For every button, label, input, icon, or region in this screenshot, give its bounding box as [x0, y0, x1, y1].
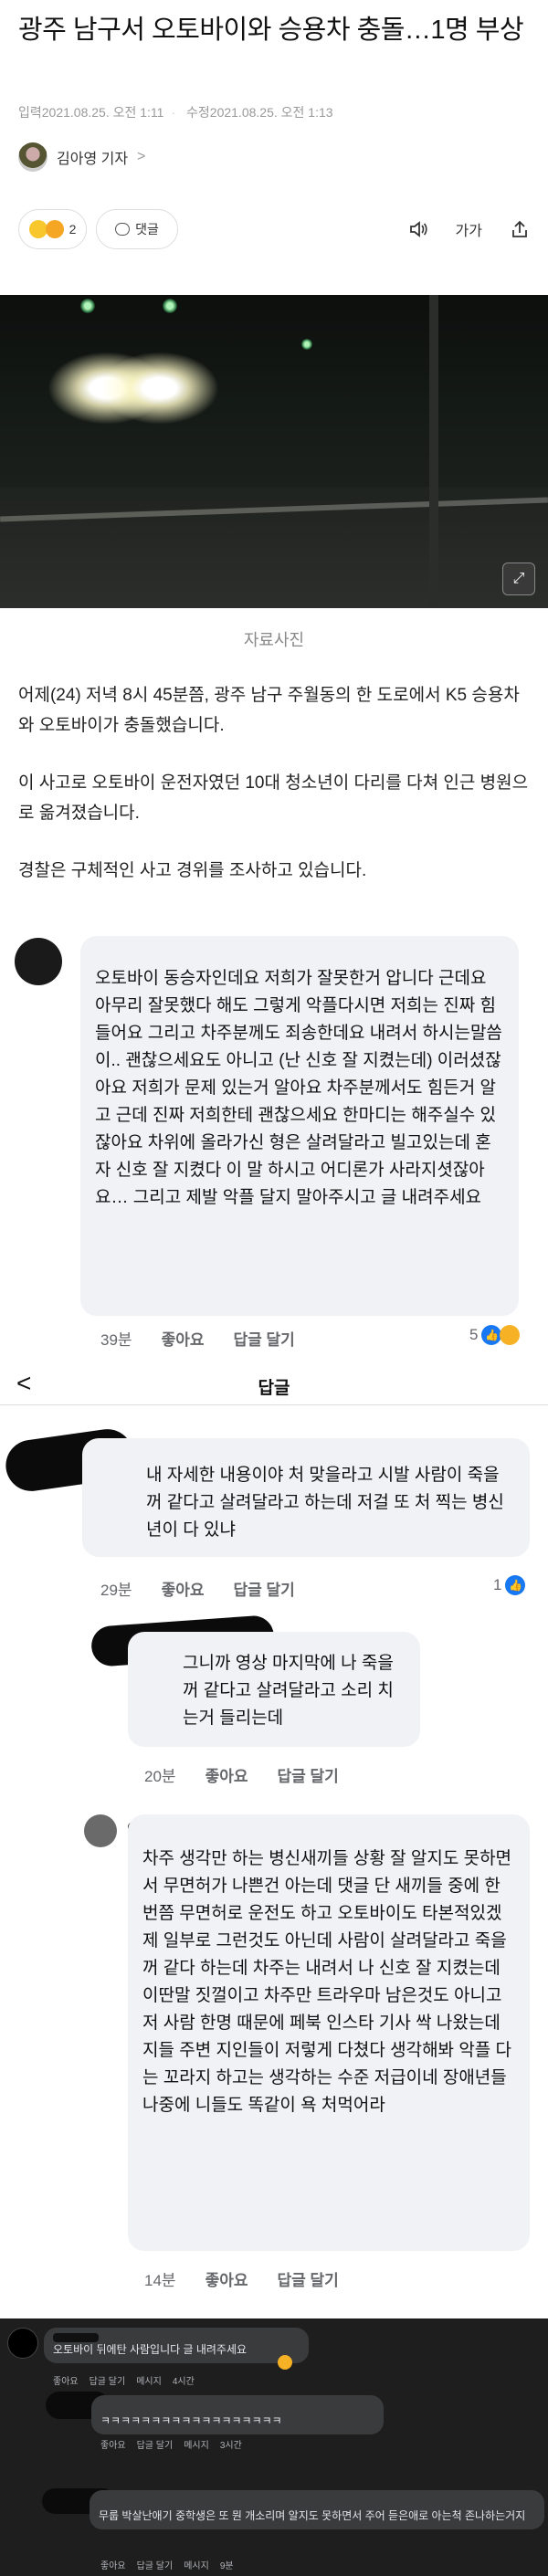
- headlight-right: [100, 352, 219, 425]
- speaker-icon[interactable]: [408, 219, 428, 239]
- photo-caption: 자료사진: [243, 631, 305, 649]
- comment-bubble: 오토바이 동승자인데요 저희가 잘못한거 압니다 근데요 아무리 잘못했다 해도…: [80, 936, 519, 1316]
- avatar: [84, 1814, 117, 1847]
- message-button[interactable]: 메시지: [184, 2437, 209, 2451]
- comment-icon: [115, 223, 131, 236]
- message-button[interactable]: 메시지: [136, 2373, 162, 2387]
- traffic-light-1: [80, 299, 95, 313]
- reply-header-bar: < 답글: [0, 1365, 548, 1405]
- like-button[interactable]: 좋아요: [53, 2373, 79, 2387]
- article-toolbar: 2 댓글 가가: [18, 206, 530, 252]
- redacted-name: [53, 2333, 99, 2342]
- reply-button[interactable]: 답글 달기: [137, 2558, 174, 2571]
- comment-time: 4시간: [172, 2377, 195, 2387]
- reply-button[interactable]: 답글 달기: [277, 1763, 338, 1786]
- like-button[interactable]: 좋아요: [100, 2437, 126, 2451]
- reaction-count: 5 👍: [469, 1325, 521, 1345]
- comment-actions: 좋아요 답글 달기 메시지 9분: [100, 2558, 234, 2571]
- zoom-icon[interactable]: ⤢: [502, 563, 535, 595]
- like-button[interactable]: 좋아요: [162, 1327, 205, 1350]
- facebook-thread-screenshot: 오토바이 동승자인데요 저희가 잘못한거 압니다 근데요 아무리 잘못했다 해도…: [0, 918, 548, 2318]
- modified-date: 수정2021.08.25. 오전 1:13: [186, 105, 333, 120]
- news-article: 광주 남구서 오토바이와 승용차 충돌…1명 부상 입력2021.08.25. …: [0, 0, 548, 918]
- reaction-count: 1 👍: [493, 1575, 526, 1595]
- paragraph: 어제(24) 저녁 8시 45분쯤, 광주 남구 주월동의 한 도로에서 K5 …: [18, 686, 520, 735]
- like-button[interactable]: 좋아요: [100, 2558, 126, 2571]
- comment-text: ㅋㅋㅋㅋㅋㅋㅋㅋㅋㅋㅋㅋㅋㅋㅋㅋㅋㅋ: [100, 2414, 282, 2427]
- reaction-count: 2: [68, 222, 77, 237]
- reaction-number: 5: [469, 1326, 479, 1343]
- comment-actions: 좋아요 답글 달기 메시지 3시간: [100, 2437, 242, 2451]
- comment-bubble: 오토바이 뒤에탄 사람입니다 글 내려주세요: [44, 2328, 309, 2363]
- avatar: [15, 938, 62, 985]
- message-button[interactable]: 메시지: [184, 2558, 209, 2571]
- article-tools: 가가: [408, 218, 530, 240]
- comment-text: 오토바이 동승자인데요 저희가 잘못한거 압니다 근데요 아무리 잘못했다 해도…: [95, 969, 502, 1207]
- avatar: [7, 2328, 38, 2359]
- comment-time: 20분: [144, 1768, 176, 1785]
- sad-reaction-icon: [278, 2355, 292, 2370]
- pole-shape: [429, 295, 438, 608]
- reporter-avatar: [18, 142, 47, 172]
- reply-bubble: 차주 생각만 하는 병신새끼들 상황 잘 알지도 못하면서 무면허가 나쁜건 아…: [128, 1814, 530, 2251]
- paragraph: 이 사고로 오토바이 운전자였던 10대 청소년이 다리를 다쳐 인근 병원으로…: [18, 773, 529, 823]
- like-button[interactable]: 좋아요: [206, 1763, 248, 1786]
- comment-actions: 29분 좋아요 답글 달기: [100, 1577, 295, 1600]
- comment-time: 39분: [100, 1331, 132, 1349]
- paragraph: 경찰은 구체적인 사고 경위를 조사하고 있습니다.: [18, 861, 367, 880]
- reply-button[interactable]: 답글 달기: [233, 1577, 294, 1600]
- reply-header-title: 답글: [258, 1379, 290, 1398]
- chevron-right-icon: >: [137, 149, 146, 164]
- reply-button[interactable]: 답글 달기: [90, 2373, 126, 2387]
- smile-emoji-icon: [28, 220, 47, 238]
- comment-text: 차주 생각만 하는 병신새끼들 상황 잘 알지도 못하면서 무면허가 나쁜건 아…: [142, 1849, 512, 2115]
- comment-actions: 20분 좋아요 답글 달기: [144, 1763, 339, 1786]
- font-size-button[interactable]: 가가: [456, 218, 482, 240]
- reaction-button[interactable]: 2: [18, 209, 87, 249]
- comment-time: 14분: [144, 2272, 176, 2289]
- comment-actions: 14분 좋아요 답글 달기: [144, 2267, 339, 2290]
- comment-text: 내 자세한 내용이야 처 맞을라고 시발 사람이 죽을꺼 같다고 살려달라고 하…: [146, 1466, 504, 1540]
- reporter-link[interactable]: 김아영 기자 >: [18, 142, 145, 172]
- comment-time: 3시간: [219, 2441, 242, 2451]
- reply-button[interactable]: 답글 달기: [277, 2267, 338, 2290]
- article-dates: 입력2021.08.25. 오전 1:11 · 수정2021.08.25. 오전 …: [18, 105, 333, 120]
- reply-bubble: 그니까 영상 마지막에 나 죽을꺼 같다고 살려달라고 소리 치는거 들리는데: [128, 1632, 420, 1747]
- reply-button[interactable]: 답글 달기: [233, 1327, 294, 1350]
- comment-bubble: 무룹 박살난애기 중학생은 또 뭔 개소리며 알지도 못하면서 주어 듣은애로 …: [90, 2490, 544, 2529]
- traffic-light-2: [163, 299, 177, 313]
- reply-bubble: 내 자세한 내용이야 처 맞을라고 시발 사람이 죽을꺼 같다고 살려달라고 하…: [82, 1438, 530, 1557]
- share-icon[interactable]: [510, 219, 530, 239]
- like-reaction-icon: 👍: [505, 1575, 526, 1595]
- reply-button[interactable]: 답글 달기: [137, 2437, 174, 2451]
- comment-time: 9분: [219, 2561, 234, 2571]
- comment-bubble: ㅋㅋㅋㅋㅋㅋㅋㅋㅋㅋㅋㅋㅋㅋㅋㅋㅋㅋ: [91, 2395, 384, 2434]
- reaction-number: 1: [493, 1576, 502, 1593]
- sad-emoji-icon: [45, 220, 64, 238]
- comment-text: 오토바이 뒤에탄 사람입니다 글 내려주세요: [53, 2343, 248, 2356]
- comment-actions: 39분 좋아요 답글 달기: [100, 1327, 295, 1350]
- instagram-thread-screenshot: 오토바이 뒤에탄 사람입니다 글 내려주세요 좋아요 답글 달기 메시지 4시간…: [0, 2318, 548, 2576]
- comment-actions: 좋아요 답글 달기 메시지 4시간: [53, 2373, 195, 2387]
- published-date: 입력2021.08.25. 오전 1:11: [18, 105, 164, 120]
- article-title: 광주 남구서 오토바이와 승용차 충돌…1명 부상: [18, 16, 524, 45]
- comment-time: 29분: [100, 1582, 132, 1599]
- like-reaction-icon: 👍: [481, 1325, 502, 1345]
- like-button[interactable]: 좋아요: [162, 1577, 205, 1600]
- article-photo: ⤢: [0, 295, 548, 608]
- sad-reaction-icon: [500, 1325, 521, 1345]
- like-button[interactable]: 좋아요: [206, 2267, 248, 2290]
- reporter-name: 김아영 기자: [57, 152, 129, 167]
- comment-text: 그니까 영상 마지막에 나 죽을꺼 같다고 살려달라고 소리 치는거 들리는데: [183, 1654, 394, 1728]
- comment-text: 무룹 박살난애기 중학생은 또 뭔 개소리며 알지도 못하면서 주어 듣은애로 …: [99, 2509, 526, 2522]
- article-body: 어제(24) 저녁 8시 45분쯤, 광주 남구 주월동의 한 도로에서 K5 …: [18, 680, 530, 913]
- comment-button[interactable]: 댓글: [96, 209, 178, 249]
- comment-label: 댓글: [135, 222, 159, 237]
- traffic-light-3: [301, 339, 312, 350]
